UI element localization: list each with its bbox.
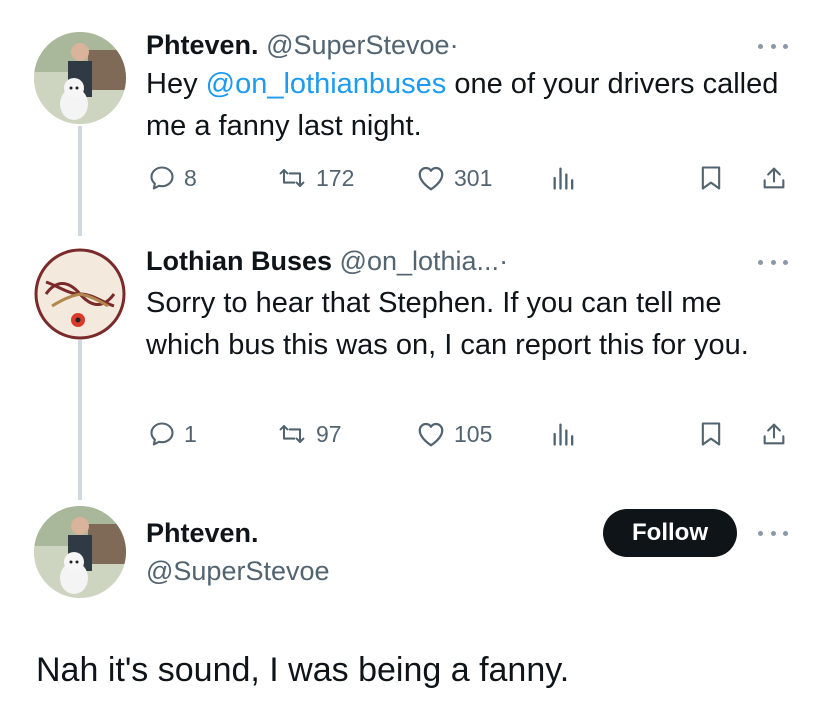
reply-button[interactable]: 8 xyxy=(148,160,197,196)
reply-count: 1 xyxy=(184,420,197,447)
tweet-header: Phteven. @SuperStevoe· xyxy=(146,30,459,61)
user-handle[interactable]: @SuperStevoe xyxy=(266,30,450,60)
more-icon[interactable] xyxy=(758,40,788,52)
mention-link[interactable]: @on_lothianbuses xyxy=(206,68,447,100)
share-button[interactable] xyxy=(760,160,788,196)
avatar[interactable] xyxy=(34,248,126,340)
views-button[interactable] xyxy=(550,416,578,452)
avatar[interactable] xyxy=(34,506,126,598)
views-icon xyxy=(553,167,574,190)
share-icon xyxy=(763,167,785,189)
bookmark-icon xyxy=(701,422,721,446)
share-button[interactable] xyxy=(760,416,788,452)
like-button[interactable]: 301 xyxy=(416,160,492,196)
retweet-icon xyxy=(279,424,305,444)
avatar-image xyxy=(34,32,126,124)
follow-button[interactable]: Follow xyxy=(603,509,737,557)
more-icon[interactable] xyxy=(758,256,788,268)
tweet-text: Sorry to hear that Stephen. If you can t… xyxy=(146,287,749,361)
reply-count: 8 xyxy=(184,164,197,191)
tweet-header: Lothian Buses @on_lothia...· xyxy=(146,246,508,277)
retweet-button[interactable]: 97 xyxy=(276,416,342,452)
display-name[interactable]: Phteven. xyxy=(146,518,259,549)
user-handle[interactable]: @on_lothia... xyxy=(340,246,500,276)
tweet-actions: 1 97 105 xyxy=(146,416,796,452)
retweet-icon xyxy=(279,168,305,188)
bookmark-icon xyxy=(701,166,721,190)
like-count: 301 xyxy=(454,164,493,191)
views-icon xyxy=(553,423,574,446)
avatar[interactable] xyxy=(34,32,126,124)
lothian-logo-icon xyxy=(34,248,126,340)
separator-dot: · xyxy=(449,30,459,60)
tweet-text: Nah it's sound, I was being a fanny. xyxy=(36,651,570,689)
tweet-text: Hey @on_lothianbuses one of your drivers… xyxy=(146,63,786,147)
like-count: 105 xyxy=(454,420,493,447)
like-icon xyxy=(418,166,444,191)
reply-icon xyxy=(150,166,174,190)
display-name[interactable]: Phteven. xyxy=(146,30,259,60)
more-icon[interactable] xyxy=(758,527,788,539)
user-handle[interactable]: @SuperStevoe xyxy=(146,556,330,587)
views-button[interactable] xyxy=(550,160,578,196)
bookmark-button[interactable] xyxy=(698,160,724,196)
tweet-actions: 8 172 301 xyxy=(146,160,796,196)
bookmark-button[interactable] xyxy=(698,416,724,452)
retweet-count: 97 xyxy=(316,420,342,447)
tweet-text-part: Hey xyxy=(146,68,206,100)
display-name[interactable]: Lothian Buses xyxy=(146,246,332,276)
user-handle-text: @SuperStevoe xyxy=(146,556,330,586)
retweet-count: 172 xyxy=(316,164,355,191)
separator-dot: · xyxy=(499,246,509,276)
reply-button[interactable]: 1 xyxy=(148,416,197,452)
tweet-1[interactable]: Phteven. @SuperStevoe· Hey @on_lothianbu… xyxy=(0,0,828,230)
retweet-button[interactable]: 172 xyxy=(276,160,354,196)
avatar-image xyxy=(34,506,126,598)
display-name-text: Phteven. xyxy=(146,518,259,548)
like-icon xyxy=(418,422,444,447)
tweet-2[interactable]: Lothian Buses @on_lothia...· Sorry to he… xyxy=(0,236,828,486)
share-icon xyxy=(763,423,785,445)
like-button[interactable]: 105 xyxy=(416,416,492,452)
reply-icon xyxy=(150,422,174,446)
